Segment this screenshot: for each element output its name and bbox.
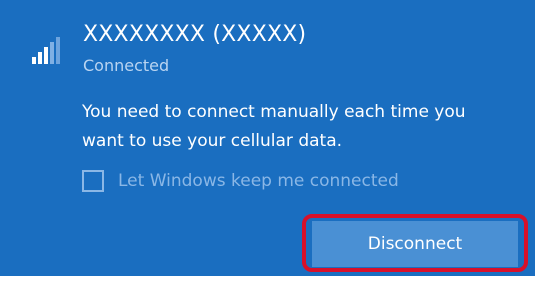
auto-connect-label: Let Windows keep me connected [118, 171, 399, 191]
signal-bar [50, 42, 54, 64]
network-status: Connected [83, 56, 170, 75]
signal-bar [38, 52, 42, 64]
cellular-signal-icon [30, 30, 70, 64]
cellular-network-panel: XXXXXXXX (XXXXX) Connected You need to c… [0, 0, 535, 276]
auto-connect-checkbox[interactable] [82, 170, 104, 192]
connection-message: You need to connect manually each time y… [82, 102, 466, 151]
disconnect-button[interactable]: Disconnect [312, 221, 518, 267]
network-name: XXXXXXXX (XXXXX) [83, 22, 307, 47]
signal-bar [56, 37, 60, 64]
signal-bar [32, 57, 36, 64]
auto-connect-option[interactable]: Let Windows keep me connected [82, 166, 399, 196]
signal-bar [44, 47, 48, 64]
